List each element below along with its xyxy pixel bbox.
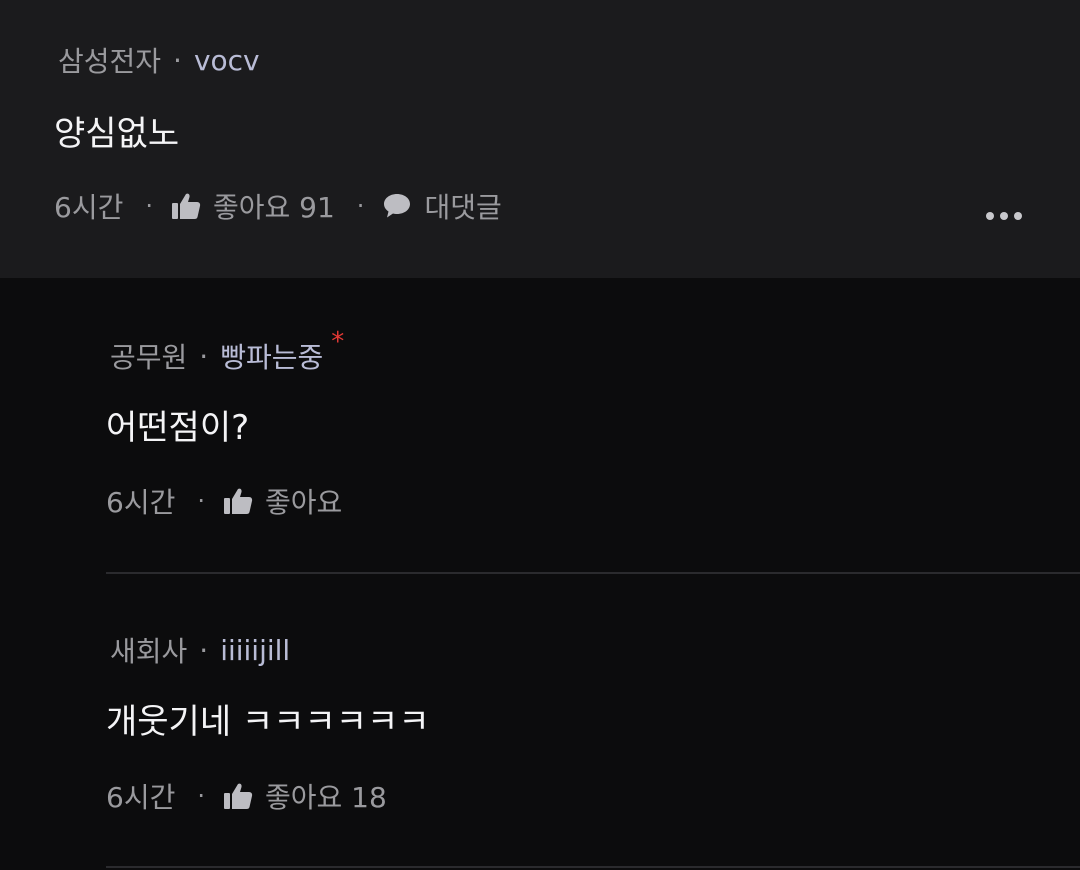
reply-button[interactable]: 대댓글	[424, 186, 501, 226]
like-button[interactable]: 좋아요 18	[265, 776, 387, 816]
more-dots-icon[interactable]	[986, 212, 1022, 220]
dot	[1000, 212, 1008, 220]
reply-divider	[106, 572, 1080, 574]
reply-author: 공무원 · 빵파는중 *	[110, 327, 344, 376]
reply-text: 어떤점이?	[106, 408, 250, 448]
meta-separator: ·	[199, 633, 209, 667]
dot	[986, 212, 994, 220]
meta-separator: ·	[199, 339, 209, 373]
thumbs-up-icon[interactable]	[223, 782, 253, 810]
action-separator: ·	[356, 192, 365, 220]
reply-actions: 6시간 · 좋아요	[106, 481, 342, 521]
comment: 삼성전자 · vocv 양심없노 6시간 · 좋아요 91 · 대댓글	[0, 0, 1080, 278]
author-marker: *	[331, 327, 345, 357]
meta-separator: ·	[173, 43, 182, 77]
author-company: 삼성전자	[58, 45, 162, 78]
reply-list: 공무원 · 빵파는중 * 어떤점이? 6시간 · 좋아요 새회사 · iiiii…	[0, 278, 1080, 870]
reply-actions: 6시간 · 좋아요 18	[106, 776, 387, 816]
reply-time: 6시간	[106, 486, 176, 519]
speech-bubble-icon[interactable]	[382, 192, 412, 220]
like-button[interactable]: 좋아요	[265, 481, 342, 521]
dot	[1014, 212, 1022, 220]
like-button[interactable]: 좋아요 91	[213, 186, 335, 226]
author-nickname[interactable]: 빵파는중	[220, 336, 323, 376]
author-company: 공무원	[110, 341, 188, 374]
comment-author: 삼성전자 · vocv	[58, 40, 260, 80]
comment-time: 6시간	[54, 191, 124, 224]
thumbs-up-icon[interactable]	[171, 192, 201, 220]
thumbs-up-icon[interactable]	[223, 487, 253, 515]
comment-actions: 6시간 · 좋아요 91 · 대댓글	[54, 186, 502, 226]
action-separator: ·	[197, 782, 205, 810]
reply-text: 개웃기네 ㅋㅋㅋㅋㅋㅋ	[106, 702, 430, 742]
reply-time: 6시간	[106, 781, 176, 814]
action-separator: ·	[197, 487, 205, 515]
comment-text: 양심없노	[54, 114, 180, 154]
reply-divider	[106, 866, 1080, 868]
action-separator: ·	[145, 192, 153, 220]
author-company: 새회사	[110, 635, 188, 668]
reply-author: 새회사 · iiiiijill	[110, 630, 290, 670]
author-nickname[interactable]: vocv	[194, 44, 260, 77]
author-nickname[interactable]: iiiiijill	[220, 634, 290, 667]
